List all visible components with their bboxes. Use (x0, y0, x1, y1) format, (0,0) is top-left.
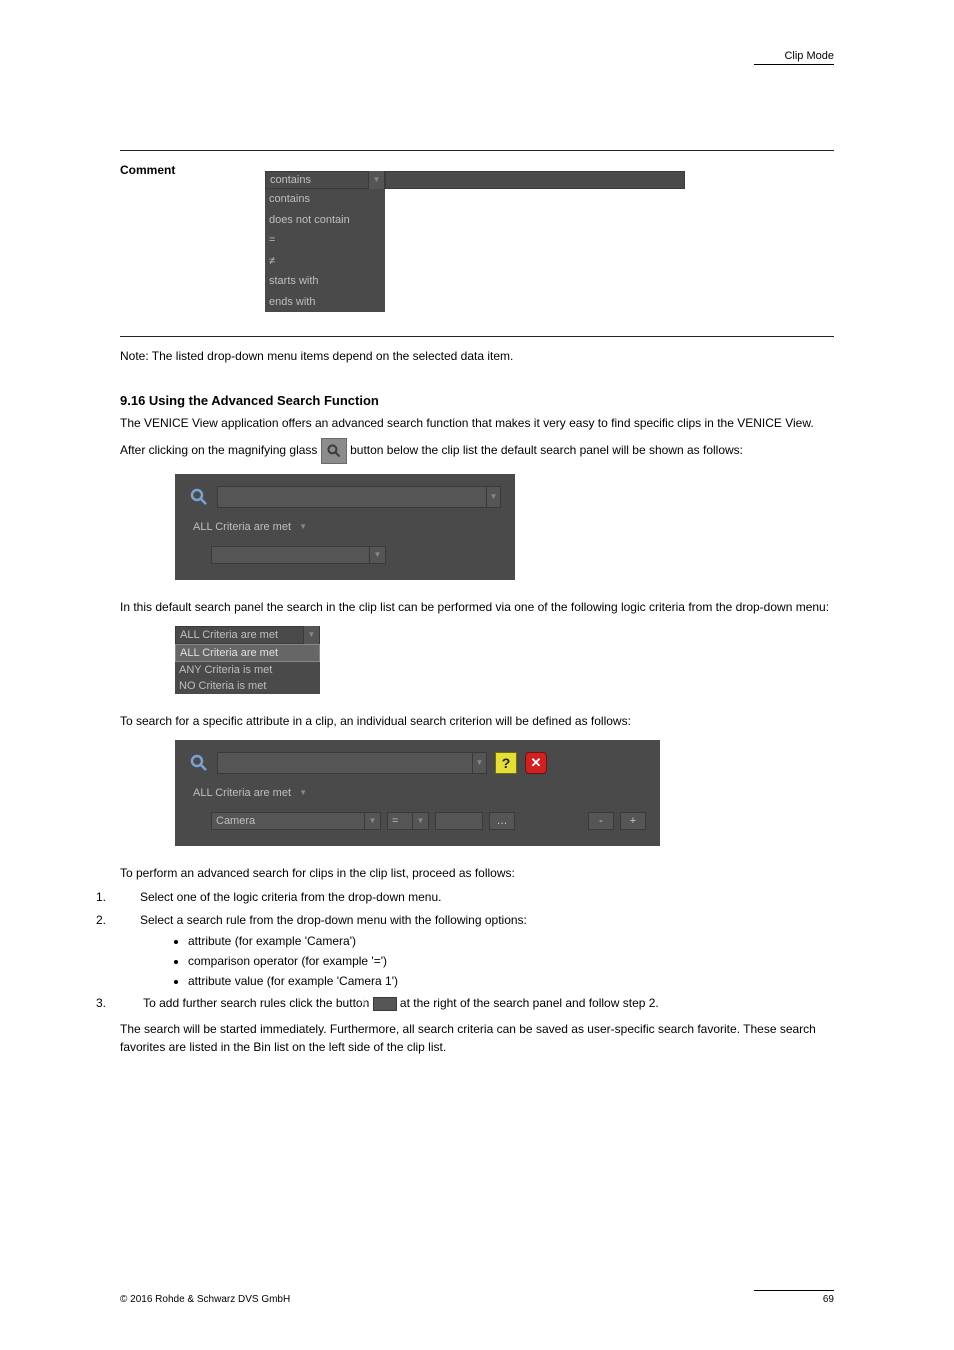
search-input[interactable]: ▼ (217, 752, 487, 774)
criteria-select[interactable]: ALL Criteria are met ▼ (189, 518, 339, 536)
list-item[interactable]: = (265, 230, 385, 251)
body-text: In this default search panel the search … (120, 598, 834, 616)
criteria-select-label: ALL Criteria are met (189, 521, 295, 533)
help-icon[interactable]: ? (495, 752, 517, 774)
chevron-down-icon: ▼ (295, 518, 311, 536)
criteria-select-label: ALL Criteria are met (176, 629, 303, 641)
chevron-down-icon: ▼ (412, 812, 428, 830)
rule-bottom (120, 336, 834, 337)
body-text: After clicking on the magnifying glass b… (120, 438, 834, 464)
page-footer: © 2016 Rohde & Schwarz DVS GmbH 69 (120, 1290, 834, 1305)
search-input[interactable]: ▼ (217, 486, 501, 508)
chevron-down-icon[interactable]: ▼ (486, 486, 500, 508)
chevron-down-icon: ▼ (369, 546, 385, 564)
list-item: comparison operator (for example '=') (188, 952, 834, 970)
search-panel-default-figure: ▼ ALL Criteria are met ▼ ▼ (120, 474, 834, 580)
list-item: attribute (for example 'Camera') (188, 932, 834, 950)
criteria-select-label: ALL Criteria are met (189, 787, 295, 799)
criteria-dropdown-figure: ALL Criteria are met ▼ ALL Criteria are … (175, 626, 320, 694)
operator-select[interactable]: = ▼ (387, 812, 429, 830)
search-icon (321, 438, 347, 464)
running-head-line (754, 64, 834, 65)
attribute-select[interactable]: ▼ (211, 546, 386, 564)
step-text: To add further search rules click the bu… (143, 996, 372, 1010)
list-item: attribute value (for example 'Camera 1') (188, 972, 834, 990)
criteria-select[interactable]: ALL Criteria are met ▼ (189, 784, 339, 802)
table-row: Comment contains ▼ contains does not con… (120, 161, 834, 330)
section-heading-9-16: 9.16 Using the Advanced Search Function (120, 393, 834, 408)
contains-value-input[interactable] (385, 171, 685, 189)
value-input[interactable] (435, 812, 483, 830)
row-label-comment: Comment (120, 161, 265, 330)
close-icon[interactable]: ✕ (525, 752, 547, 774)
chevron-down-icon: ▼ (364, 812, 380, 830)
contains-dropdown-figure: contains ▼ contains does not contain = ≠… (265, 171, 685, 312)
running-head: Clip Mode (754, 50, 834, 65)
remove-rule-button[interactable]: - (588, 812, 614, 830)
note-text: Note: The listed drop-down menu items de… (120, 347, 834, 365)
running-head-label: Clip Mode (784, 50, 834, 62)
body-text: To perform an advanced search for clips … (120, 864, 834, 882)
list-item[interactable]: ALL Criteria are met (175, 644, 320, 662)
contains-select[interactable]: contains ▼ (265, 171, 385, 189)
chevron-down-icon: ▼ (303, 626, 319, 644)
step-text: Select one of the logic criteria from th… (140, 890, 442, 904)
chevron-down-icon: ▼ (368, 171, 384, 189)
page-number: 69 (823, 1294, 834, 1305)
body-text: After clicking on the magnifying glass (120, 443, 321, 457)
rule-top (120, 150, 834, 151)
search-icon (189, 753, 209, 773)
criteria-select-expanded[interactable]: ALL Criteria are met ▼ (175, 626, 320, 644)
operator-select-label: = (388, 815, 412, 827)
list-item: 2.Select a search rule from the drop-dow… (120, 911, 834, 990)
add-rule-button[interactable]: + (620, 812, 646, 830)
list-item: 3. To add further search rules click the… (120, 994, 834, 1013)
copyright: © 2016 Rohde & Schwarz DVS GmbH (120, 1294, 290, 1305)
list-item[interactable]: ≠ (265, 251, 385, 272)
list-item[interactable]: ANY Criteria is met (175, 662, 320, 678)
footer-rule (754, 1290, 834, 1291)
body-text: The VENICE View application offers an ad… (120, 414, 834, 432)
step-text: Select a search rule from the drop-down … (140, 913, 527, 927)
body-text: To search for a specific attribute in a … (120, 712, 834, 730)
procedure-list: 1.Select one of the logic criteria from … (120, 888, 834, 1014)
chevron-down-icon[interactable]: ▼ (472, 752, 486, 774)
search-panel-rule-figure: ▼ ? ✕ ALL Criteria are met ▼ Camera ▼ (120, 740, 834, 846)
step-text: at the right of the search panel and fol… (400, 996, 659, 1010)
chevron-down-icon: ▼ (295, 784, 311, 802)
body-text: The search will be started immediately. … (120, 1020, 834, 1056)
body-text: button below the clip list the default s… (350, 443, 743, 457)
list-item[interactable]: does not contain (265, 210, 385, 231)
criteria-option-list: ALL Criteria are met ANY Criteria is met… (175, 644, 320, 694)
list-item[interactable]: starts with (265, 271, 385, 292)
more-button[interactable]: … (489, 812, 515, 830)
search-icon (189, 487, 209, 507)
list-item: 1.Select one of the logic criteria from … (120, 888, 834, 907)
list-item[interactable]: NO Criteria is met (175, 678, 320, 694)
list-item[interactable]: ends with (265, 292, 385, 313)
add-rule-button: + (373, 997, 397, 1011)
attribute-select-label: Camera (212, 815, 364, 827)
contains-select-label: contains (266, 172, 368, 189)
contains-option-list: contains does not contain = ≠ starts wit… (265, 189, 385, 312)
step-options: attribute (for example 'Camera') compari… (188, 932, 834, 990)
attribute-select[interactable]: Camera ▼ (211, 812, 381, 830)
list-item[interactable]: contains (265, 189, 385, 210)
